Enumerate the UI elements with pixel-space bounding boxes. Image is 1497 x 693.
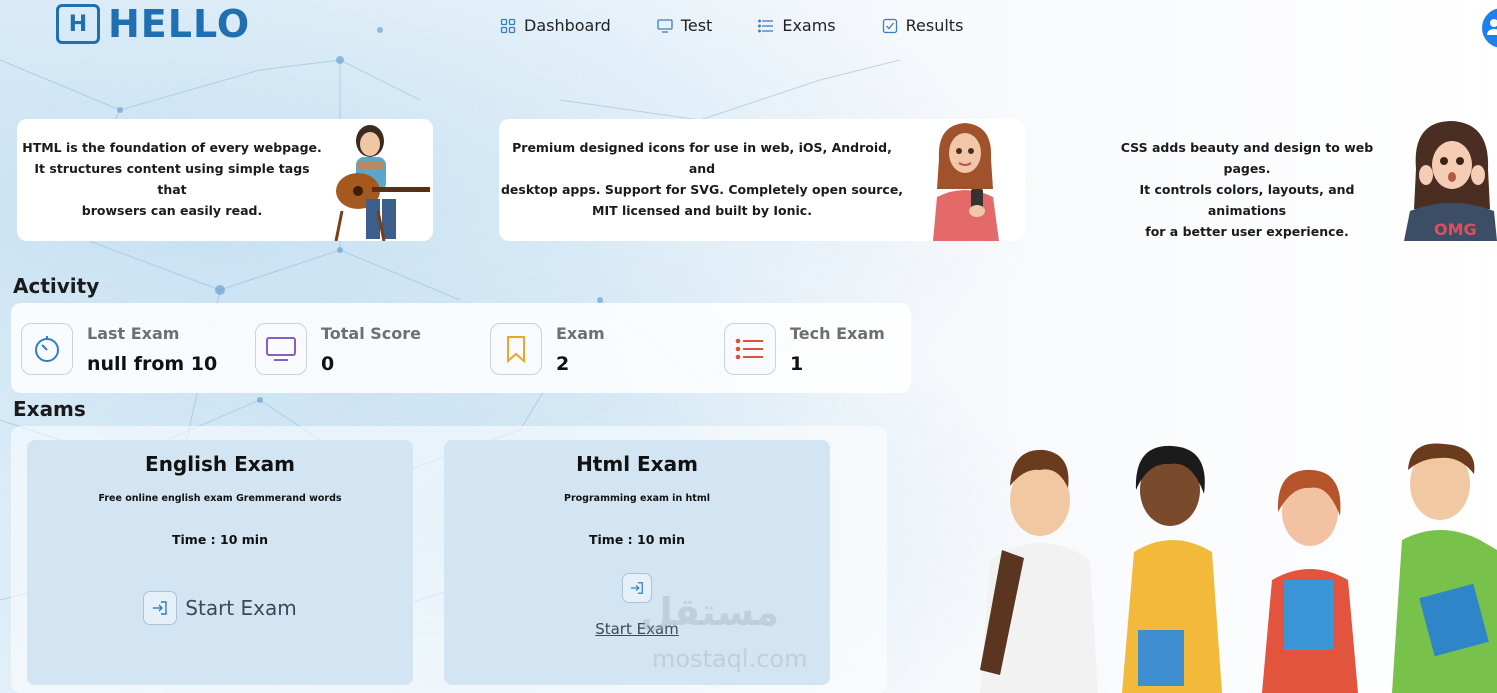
stat-value: 1 (790, 352, 804, 375)
nav-dashboard[interactable]: Dashboard (500, 16, 611, 35)
exam-time: Time : 10 min (589, 532, 685, 547)
watermark-arabic: مستقل (640, 590, 779, 634)
stat-label: Tech Exam (790, 323, 885, 343)
stat-value: 2 (556, 352, 570, 375)
stat-label: Exam (556, 323, 605, 343)
nav-exams-label: Exams (782, 16, 836, 35)
stat-last-exam: Last Exam null from 10 (21, 323, 217, 375)
nav-results-label: Results (905, 16, 964, 35)
nav-test[interactable]: Test (657, 16, 713, 35)
stat-total-score: Total Score 0 (255, 323, 421, 375)
exam-time: Time : 10 min (172, 532, 268, 547)
list-icon (724, 323, 776, 375)
info-card-text: CSS adds beauty and design to web pages.… (1120, 140, 1374, 239)
watermark-latin: mostaql.com (652, 645, 808, 673)
surprised-girl-illustration: OMG (1404, 121, 1497, 241)
guitar-girl-illustration (334, 125, 430, 241)
activity-panel: Last Exam null from 10 Total Score 0 Exa… (11, 303, 911, 393)
stat-label: Last Exam (87, 323, 180, 343)
main-nav: Dashboard Test Exams Results (500, 16, 1009, 35)
bookmark-icon (490, 323, 542, 375)
info-card-text: Premium designed icons for use in web, i… (500, 140, 904, 218)
monitor-icon (255, 323, 307, 375)
checkbox-icon (882, 18, 898, 34)
exam-description: Free online english exam Gremmerand word… (98, 493, 342, 504)
monitor-icon (657, 18, 673, 34)
brand-logo[interactable]: H HELLO (56, 2, 250, 46)
exams-title: Exams (13, 397, 86, 421)
nav-exams[interactable]: Exams (758, 16, 836, 35)
logo-mark: H (56, 4, 100, 44)
list-icon (758, 18, 774, 34)
exam-title: English Exam (145, 452, 295, 476)
nav-test-label: Test (680, 16, 713, 35)
info-card-css: CSS adds beauty and design to web pages.… (1090, 119, 1497, 241)
stat-value: 0 (321, 352, 335, 375)
grid-icon (500, 18, 516, 34)
enter-icon (143, 591, 178, 625)
user-icon (1487, 17, 1497, 39)
stat-tech-exam: Tech Exam 1 (724, 323, 885, 375)
students-illustration (980, 443, 1497, 693)
nav-dashboard-label: Dashboard (524, 16, 611, 35)
exam-title: Html Exam (576, 452, 698, 476)
info-card-icons: Premium designed icons for use in web, i… (499, 119, 1025, 241)
phone-girl-illustration (933, 123, 999, 241)
logo-text: HELLO (108, 2, 251, 46)
activity-title: Activity (13, 274, 100, 298)
timer-icon (21, 323, 73, 375)
svg-text:OMG: OMG (1434, 220, 1477, 239)
nav-results[interactable]: Results (882, 16, 964, 35)
start-exam-button[interactable]: Start Exam (27, 591, 413, 625)
info-card-html: HTML is the foundation of every webpage.… (17, 119, 433, 241)
exam-card-english: English Exam Free online english exam Gr… (27, 440, 413, 685)
exam-description: Programming exam in html (564, 493, 710, 504)
stat-value: null from 10 (87, 352, 218, 375)
start-exam-label: Start Exam (185, 596, 297, 620)
info-card-text: HTML is the foundation of every webpage.… (22, 140, 322, 218)
stat-exam: Exam 2 (490, 323, 605, 375)
stat-label: Total Score (321, 323, 422, 343)
